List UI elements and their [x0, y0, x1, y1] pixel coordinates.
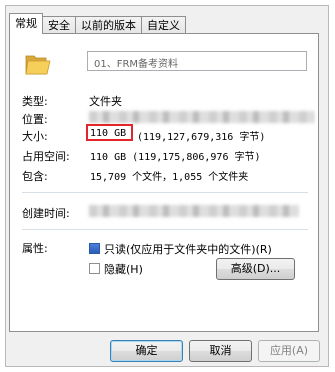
hidden-label[interactable]: 隐藏(H) — [104, 261, 143, 277]
apply-button[interactable]: 应用(A) — [258, 340, 320, 362]
location-label: 位置: — [22, 113, 48, 126]
readonly-label[interactable]: 只读(仅应用于文件夹中的文件)(R) — [104, 241, 272, 257]
tab-general[interactable]: 常规 — [9, 13, 43, 34]
size-highlight-box — [86, 124, 133, 141]
disk-size-value: 110 GB (119,175,806,976 字节) — [90, 152, 261, 163]
location-value-redacted — [89, 111, 314, 123]
contains-label: 包含: — [22, 170, 48, 183]
attributes-label: 属性: — [22, 242, 48, 255]
created-label: 创建时间: — [22, 207, 70, 220]
contains-value: 15,709 个文件，1,055 个文件夹 — [90, 172, 249, 183]
disk-size-label: 占用空间: — [22, 150, 70, 163]
folder-name-field[interactable]: 01、FRM备考资料 — [87, 51, 307, 71]
separator — [22, 229, 308, 230]
readonly-checkbox[interactable] — [89, 243, 100, 254]
hidden-checkbox[interactable] — [89, 263, 100, 274]
advanced-button[interactable]: 高级(D)... — [216, 258, 295, 280]
type-value: 文件夹 — [89, 95, 122, 108]
tab-customize[interactable]: 自定义 — [141, 16, 186, 34]
tab-strip: 常规 安全 以前的版本 自定义 — [9, 13, 186, 34]
created-value-redacted — [89, 205, 299, 217]
size-bytes: (119,127,679,316 字节) — [137, 132, 266, 143]
separator — [22, 192, 308, 193]
type-label: 类型: — [22, 95, 48, 108]
size-label: 大小: — [22, 130, 48, 143]
tab-previous-versions[interactable]: 以前的版本 — [75, 16, 142, 34]
folder-icon — [25, 55, 51, 75]
tab-security[interactable]: 安全 — [42, 16, 76, 34]
cancel-button[interactable]: 取消 — [189, 340, 252, 362]
ok-button[interactable]: 确定 — [110, 340, 183, 362]
